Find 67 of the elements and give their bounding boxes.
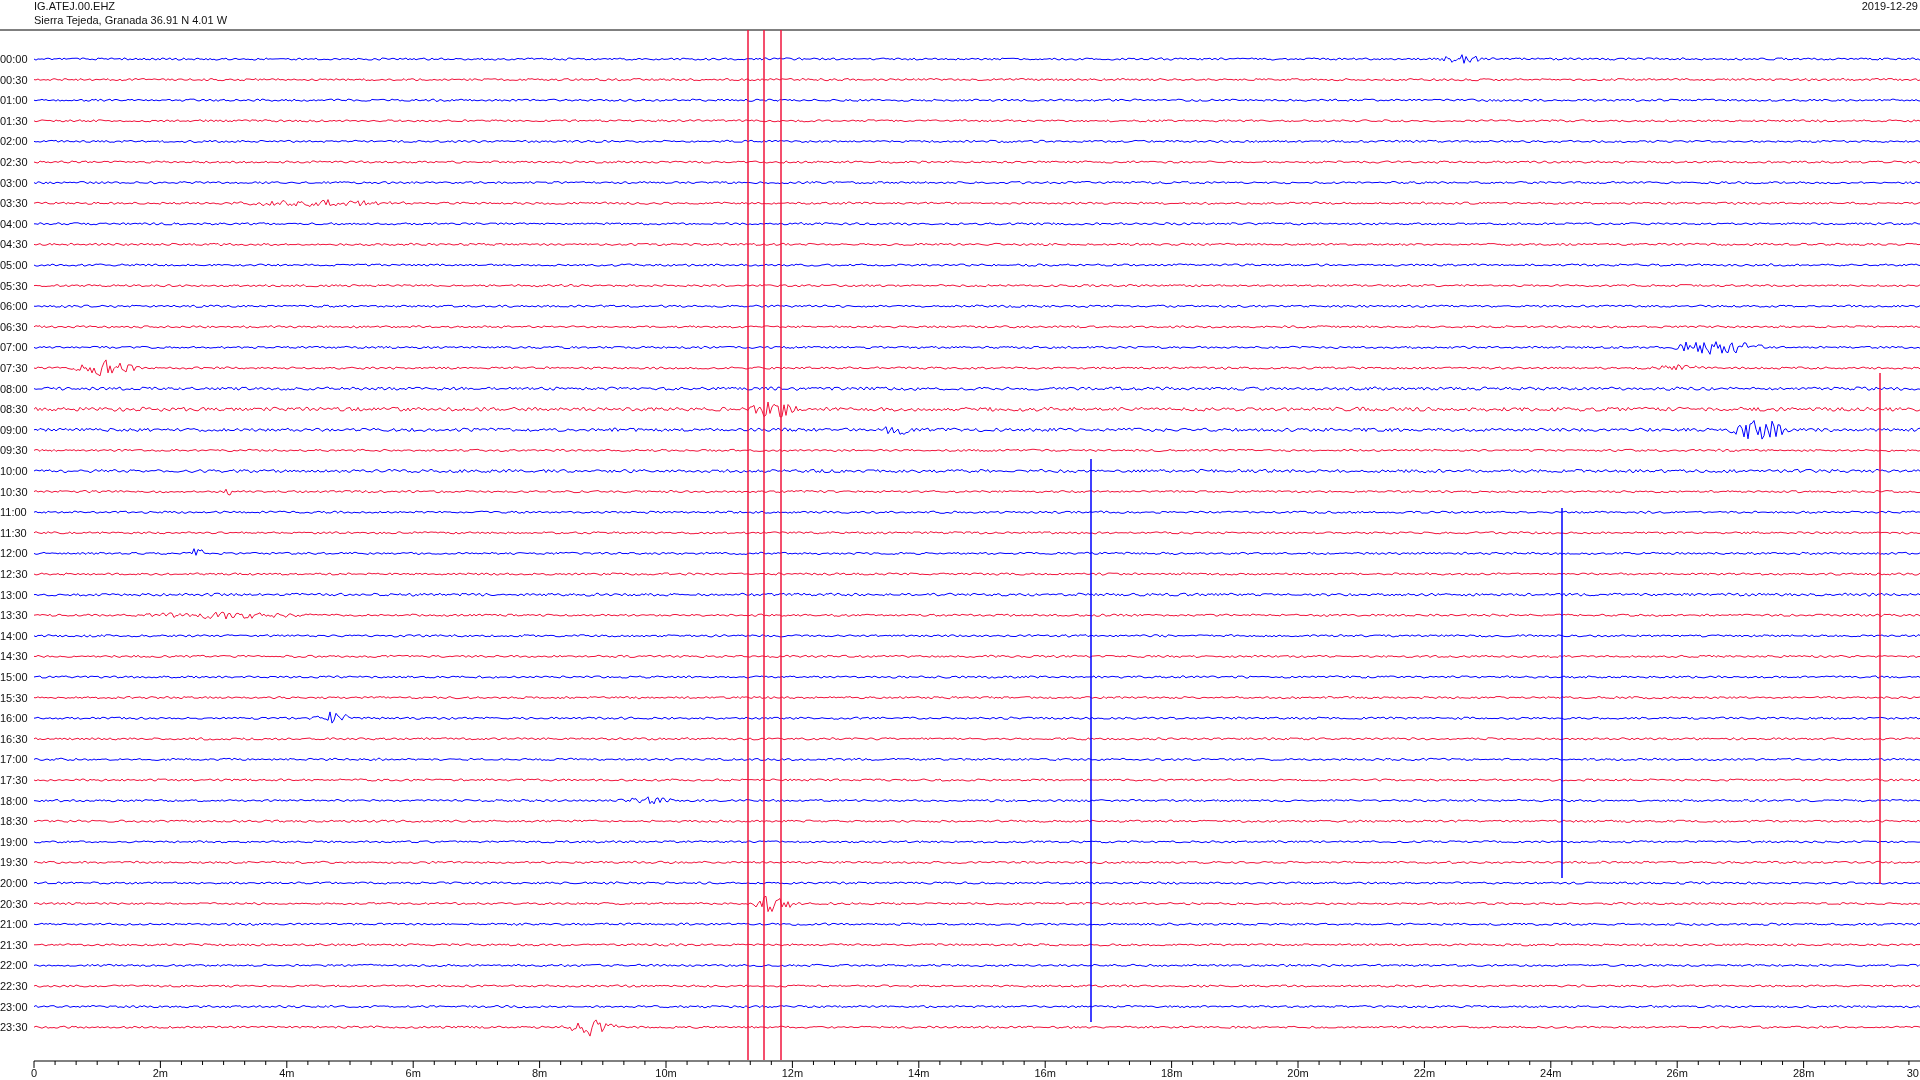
time-label: 23:00 (0, 1000, 28, 1013)
axis-label: 20m (1287, 1067, 1309, 1079)
axis-label: 10m (655, 1067, 677, 1079)
time-label: 13:30 (0, 609, 28, 622)
time-label: 07:00 (0, 341, 28, 354)
axis-label: 30 (1906, 1067, 1919, 1079)
time-label: 20:00 (0, 877, 28, 889)
time-label: 18:30 (0, 815, 28, 828)
time-label: 01:00 (0, 94, 28, 107)
time-label: 10:00 (0, 465, 28, 477)
axis-label: 18m (1160, 1067, 1183, 1079)
time-label: 09:00 (0, 423, 28, 436)
time-label: 17:30 (0, 774, 28, 786)
time-label: 20:30 (0, 897, 28, 910)
time-label: 09:30 (0, 444, 28, 457)
axis-label: 2m (152, 1067, 169, 1079)
time-label: 00:00 (0, 53, 28, 65)
time-label: 05:00 (0, 259, 28, 271)
axis-label: 24m (1540, 1067, 1562, 1079)
axis-label: 4m (279, 1067, 295, 1079)
axis-label: 8m (531, 1067, 548, 1079)
time-label: 21:30 (0, 938, 28, 951)
time-label: 02:30 (0, 156, 28, 168)
time-label: 22:30 (0, 980, 28, 992)
time-label: 13:00 (0, 588, 28, 601)
axis-label: 0 (30, 1067, 38, 1079)
time-label: 06:00 (0, 300, 28, 313)
time-label: 14:00 (0, 629, 28, 642)
time-label: 05:30 (0, 279, 28, 292)
time-label: 06:30 (0, 320, 28, 333)
time-label: 11:30 (0, 526, 27, 539)
time-label: 03:00 (0, 176, 28, 189)
axis-label: 12m (781, 1067, 804, 1079)
time-label: 12:00 (0, 547, 28, 560)
axis-label: 16m (1034, 1067, 1056, 1079)
time-label: 10:30 (0, 485, 28, 498)
record-date: 2019-12-29 (1861, 0, 1918, 12)
time-label: 04:30 (0, 238, 28, 251)
time-label: 19:30 (0, 856, 28, 869)
time-label: 11:00 (0, 506, 27, 519)
time-label: 01:30 (0, 114, 28, 127)
time-label: 00:30 (0, 73, 28, 86)
time-label: 18:00 (0, 794, 28, 807)
time-label: 03:30 (0, 197, 28, 210)
time-label: 14:30 (0, 650, 28, 663)
time-label: 22:00 (0, 959, 28, 972)
time-label: 17:00 (0, 753, 28, 766)
time-label: 08:30 (0, 403, 28, 416)
time-label: 15:00 (0, 671, 28, 683)
axis-label: 14m (908, 1067, 930, 1079)
time-label: 15:30 (0, 691, 28, 704)
time-label: 16:00 (0, 712, 28, 725)
time-label: 12:30 (0, 568, 28, 580)
axis-label: 26m (1666, 1067, 1688, 1079)
axis-label: 22m (1413, 1067, 1436, 1079)
time-label: 21:00 (0, 918, 28, 931)
time-label: 19:00 (0, 835, 28, 848)
time-label: 07:30 (0, 362, 28, 374)
time-label: 08:00 (0, 382, 28, 395)
time-label: 02:00 (0, 135, 28, 148)
station-code: IG.ATEJ.00.EHZ (34, 0, 116, 12)
time-label: 04:00 (0, 217, 28, 230)
time-label: 16:30 (0, 732, 28, 745)
time-label: 23:30 (0, 1021, 28, 1034)
axis-label: 28m (1792, 1067, 1815, 1079)
axis-label: 6m (405, 1067, 421, 1079)
station-location: Sierra Tejeda, Granada 36.91 N 4.01 W (34, 14, 228, 26)
